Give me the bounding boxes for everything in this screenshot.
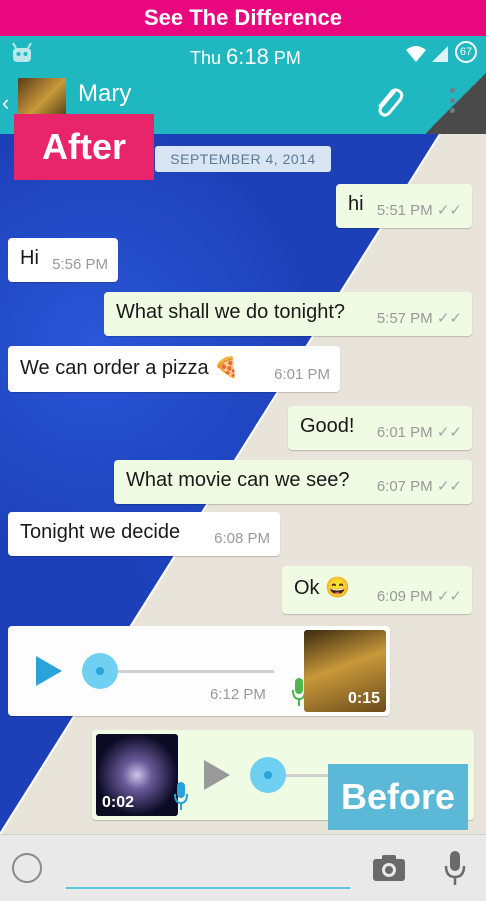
message-bubble[interactable]: Ok 😄 6:09 PM ✓✓ [282, 566, 472, 614]
play-icon[interactable] [36, 656, 62, 686]
read-ticks-icon: ✓✓ [436, 478, 462, 495]
battery-level: 67 [459, 46, 473, 58]
voice-scrubber[interactable] [82, 653, 118, 689]
voice-sender-avatar: 0:02 [96, 734, 178, 816]
message-bubble[interactable]: What shall we do tonight? 5:57 PM ✓✓ [104, 292, 472, 336]
message-content: We can order a pizza 🍕 [20, 355, 239, 380]
message-time: 6:01 PM [274, 366, 330, 383]
message-time: 6:12 PM [210, 686, 266, 703]
message-time: 6:08 PM [214, 530, 270, 547]
date-chip: SEPTEMBER 4, 2014 [155, 146, 331, 172]
message-meta: 6:09 PM ✓✓ [377, 587, 462, 605]
message-bubble[interactable]: What movie can we see? 6:07 PM ✓✓ [114, 460, 472, 504]
read-ticks-icon: ✓✓ [436, 310, 462, 327]
chat-area[interactable]: SEPTEMBER 4, 2014 hi 5:51 PM ✓✓ Hi 5:56 … [0, 134, 486, 834]
voice-duration: 0:15 [347, 690, 380, 707]
message-time: 5:57 PM [376, 310, 433, 327]
camera-icon[interactable] [372, 853, 406, 883]
message-text: What movie can we see? [126, 469, 350, 491]
smiley-icon[interactable] [12, 853, 42, 883]
message-text: Ok [294, 577, 320, 599]
read-ticks-icon: ✓✓ [436, 202, 462, 219]
message-text: We can order a pizza [20, 357, 209, 379]
read-ticks-icon: ✓✓ [436, 588, 462, 605]
message-meta: 6:07 PM ✓✓ [377, 477, 462, 495]
message-bubble[interactable]: We can order a pizza 🍕 6:01 PM [8, 346, 340, 392]
back-icon[interactable]: ‹ [2, 90, 9, 116]
message-text: Tonight we decide [20, 521, 181, 543]
message-time: 5:51 PM [376, 202, 433, 219]
mic-icon [174, 782, 188, 810]
mic-icon[interactable] [444, 851, 466, 887]
message-input[interactable] [66, 887, 350, 889]
battery-icon: 67 [455, 41, 477, 63]
status-day: Thu [190, 48, 222, 68]
pizza-emoji: 🍕 [214, 357, 240, 379]
message-bubble[interactable]: Hi 5:56 PM [8, 238, 118, 282]
status-clock: 6:18 [226, 44, 269, 69]
after-label: After [14, 114, 154, 180]
message-time: 6:07 PM [376, 478, 433, 495]
grin-emoji: 😄 [325, 577, 351, 599]
message-time: 6:01 PM [376, 424, 433, 441]
message-time: 5:56 PM [52, 256, 108, 273]
contact-name[interactable]: Mary [78, 80, 131, 108]
promo-banner: See The Difference [0, 0, 486, 36]
attach-icon[interactable] [370, 84, 406, 120]
message-bubble[interactable]: Tonight we decide 6:08 PM [8, 512, 280, 556]
message-text: Good! [300, 415, 355, 437]
message-meta: 5:51 PM ✓✓ [377, 201, 462, 219]
message-bubble[interactable]: hi 5:51 PM ✓✓ [336, 184, 472, 228]
android-icon [12, 42, 32, 62]
message-meta: 5:57 PM ✓✓ [377, 309, 462, 327]
message-bubble[interactable]: Good! 6:01 PM ✓✓ [288, 406, 472, 450]
compose-bar [0, 834, 486, 901]
message-time: 6:09 PM [376, 588, 433, 605]
read-ticks-icon: ✓✓ [436, 424, 462, 441]
message-content: Ok 😄 [294, 575, 350, 600]
voice-progress-track[interactable] [100, 670, 274, 673]
status-time: Thu 6:18 PM [190, 44, 301, 70]
message-meta: 6:01 PM ✓✓ [377, 423, 462, 441]
voice-duration: 0:02 [102, 794, 135, 811]
signal-icon [432, 46, 448, 62]
message-text: What shall we do tonight? [116, 301, 346, 323]
before-label: Before [328, 764, 468, 830]
menu-icon[interactable] [450, 88, 458, 118]
message-text: Hi [20, 247, 39, 269]
status-ampm: PM [273, 48, 301, 68]
play-icon[interactable] [204, 760, 230, 790]
wifi-icon [406, 46, 426, 62]
voice-message[interactable]: 6:12 PM 0:15 [8, 626, 390, 716]
voice-sender-avatar: 0:15 [304, 630, 386, 712]
banner-title: See The Difference [143, 5, 343, 30]
status-bar: Thu 6:18 PM 67 [0, 36, 486, 72]
message-text: hi [348, 193, 364, 215]
voice-scrubber[interactable] [250, 757, 286, 793]
